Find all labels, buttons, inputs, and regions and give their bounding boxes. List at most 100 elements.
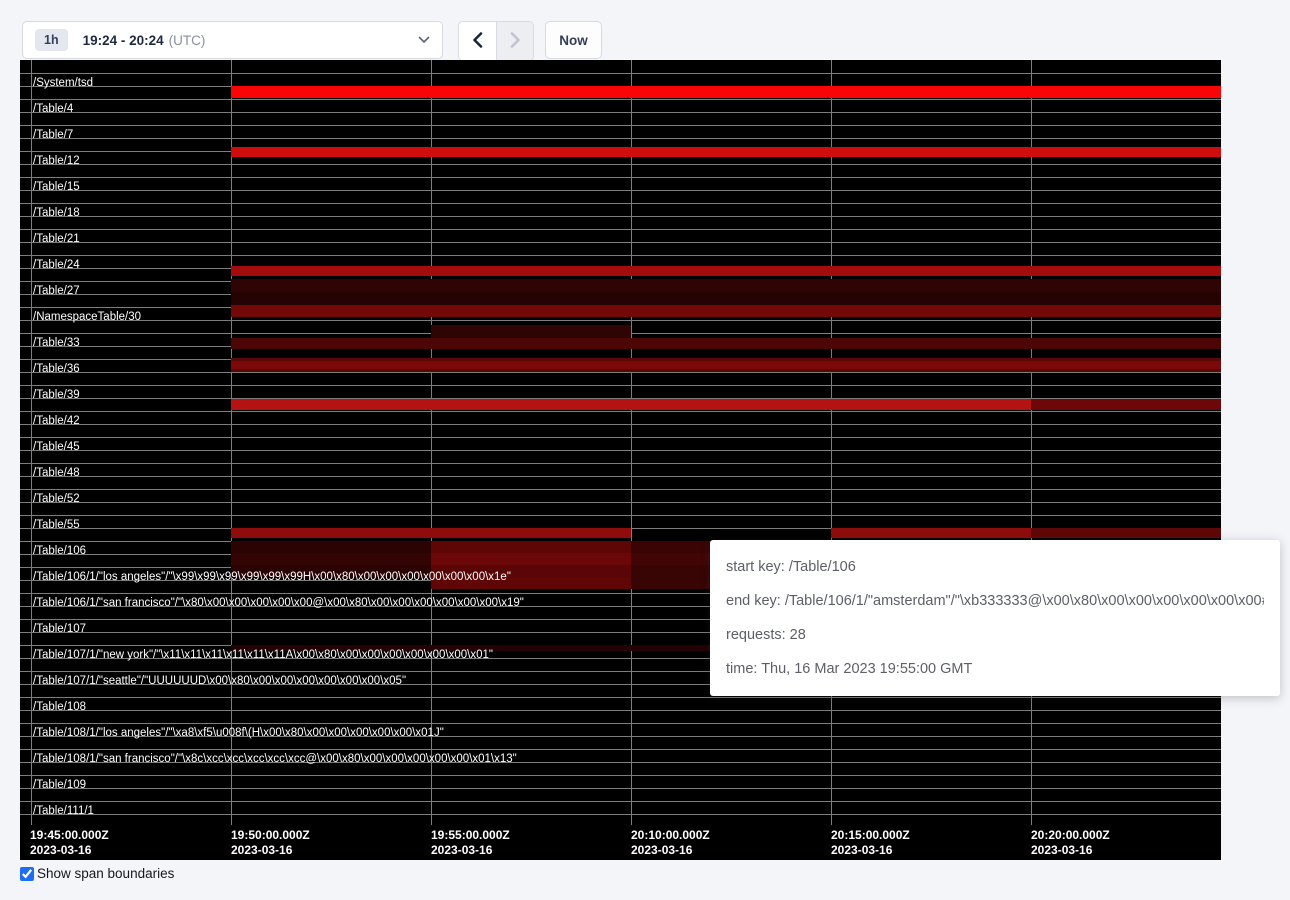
span-boundary-gridline xyxy=(20,229,1221,230)
heat-band[interactable] xyxy=(231,292,1221,305)
axis-time-label: 20:15:00.000Z2023-03-16 xyxy=(831,828,910,858)
time-preset-badge: 1h xyxy=(35,29,68,51)
tooltip-start-key: start key: /Table/106 xyxy=(726,557,1264,577)
row-key-label: /System/tsd xyxy=(33,77,93,90)
time-range-dropdown[interactable]: 1h 19:24 - 20:24 (UTC) xyxy=(22,21,443,59)
heat-band[interactable] xyxy=(1031,528,1221,538)
span-boundary-gridline xyxy=(20,112,1221,113)
row-key-label: /Table/21 xyxy=(33,233,80,246)
row-key-label: /Table/45 xyxy=(33,441,80,454)
axis-time-label: 19:45:00.000Z2023-03-16 xyxy=(30,828,109,858)
row-key-label: /Table/24 xyxy=(33,259,80,272)
row-key-label: /Table/12 xyxy=(33,155,80,168)
span-boundary-gridline xyxy=(20,788,1221,789)
chevron-down-icon xyxy=(418,36,430,44)
heat-band[interactable] xyxy=(231,541,431,553)
span-boundary-gridline xyxy=(20,515,1221,516)
axis-time-label: 19:50:00.000Z2023-03-16 xyxy=(231,828,310,858)
span-boundary-gridline xyxy=(20,502,1221,503)
span-boundary-gridline xyxy=(20,320,1221,321)
row-key-label: /Table/52 xyxy=(33,493,80,506)
heat-band[interactable] xyxy=(231,279,1221,292)
row-key-label: /Table/4 xyxy=(33,103,73,116)
heat-band[interactable] xyxy=(631,553,712,565)
time-gridline xyxy=(831,60,832,825)
span-boundary-gridline xyxy=(20,216,1221,217)
span-boundary-gridline xyxy=(20,437,1221,438)
heat-band[interactable] xyxy=(431,325,631,338)
time-gridline xyxy=(1031,60,1032,825)
heat-band[interactable] xyxy=(231,399,1031,410)
span-boundary-gridline xyxy=(20,489,1221,490)
row-key-label: /Table/33 xyxy=(33,337,80,350)
span-boundary-gridline xyxy=(20,138,1221,139)
row-key-label: /Table/109 xyxy=(33,779,86,792)
heat-band[interactable] xyxy=(231,266,1221,276)
next-time-button[interactable] xyxy=(496,22,533,60)
row-key-label: /Table/18 xyxy=(33,207,80,220)
axis-time-label: 20:10:00.000Z2023-03-16 xyxy=(631,828,710,858)
span-tooltip: start key: /Table/106 end key: /Table/10… xyxy=(710,540,1280,696)
time-nav-group xyxy=(458,21,534,61)
row-key-label: /Table/39 xyxy=(33,389,80,402)
heat-band[interactable] xyxy=(231,86,1221,98)
span-boundary-gridline xyxy=(20,242,1221,243)
span-boundary-gridline xyxy=(20,125,1221,126)
span-boundary-gridline xyxy=(20,723,1221,724)
heat-band[interactable] xyxy=(231,528,631,538)
span-boundary-gridline xyxy=(20,203,1221,204)
row-key-label: /Table/27 xyxy=(33,285,80,298)
time-gridline xyxy=(231,60,232,825)
time-gridline xyxy=(431,60,432,825)
heat-band[interactable] xyxy=(1031,399,1221,410)
axis-time-label: 20:20:00.000Z2023-03-16 xyxy=(1031,828,1110,858)
span-boundary-gridline xyxy=(20,697,1221,698)
span-boundary-gridline xyxy=(20,450,1221,451)
row-key-label: /Table/7 xyxy=(33,129,73,142)
heat-band[interactable] xyxy=(631,565,712,577)
time-gridline xyxy=(631,60,632,825)
heat-band[interactable] xyxy=(231,553,431,565)
heat-band[interactable] xyxy=(631,577,712,589)
heat-band[interactable] xyxy=(231,338,1221,349)
axis-time-label: 19:55:00.000Z2023-03-16 xyxy=(431,828,510,858)
row-key-label: /Table/108/1/"san francisco"/"\x8c\xcc\x… xyxy=(33,753,517,766)
span-boundary-gridline xyxy=(20,411,1221,412)
row-key-label: /Table/36 xyxy=(33,363,80,376)
heatmap-plot[interactable]: 19:45:00.000Z2023-03-16 19:50:00.000Z2023… xyxy=(20,60,1221,860)
span-boundary-gridline xyxy=(20,372,1221,373)
chevron-right-icon xyxy=(510,32,521,51)
heat-band[interactable] xyxy=(431,541,631,553)
row-key-label: /Table/106/1/"los angeles"/"\x99\x99\x99… xyxy=(33,571,511,584)
time-axis: 19:45:00.000Z2023-03-16 19:50:00.000Z2023… xyxy=(20,825,1221,860)
heat-band[interactable] xyxy=(831,528,1031,538)
tooltip-end-key: end key: /Table/106/1/"amsterdam"/"\xb33… xyxy=(726,591,1264,611)
now-button[interactable]: Now xyxy=(545,21,602,59)
tooltip-time: time: Thu, 16 Mar 2023 19:55:00 GMT xyxy=(726,659,1264,679)
row-key-label: /Table/42 xyxy=(33,415,80,428)
tooltip-requests: requests: 28 xyxy=(726,625,1264,645)
heat-band[interactable] xyxy=(231,305,1221,317)
row-key-label: /Table/108 xyxy=(33,701,86,714)
span-boundary-gridline xyxy=(20,710,1221,711)
show-span-boundaries-label: Show span boundaries xyxy=(37,866,174,881)
heat-band[interactable] xyxy=(431,553,631,565)
row-key-label: /Table/108/1/"los angeles"/"\xa8\xf5\u00… xyxy=(33,727,444,740)
span-boundary-gridline xyxy=(20,424,1221,425)
row-key-label: /Table/107 xyxy=(33,623,86,636)
heat-band[interactable] xyxy=(631,541,712,553)
heat-band[interactable] xyxy=(231,147,1221,157)
span-boundary-gridline xyxy=(20,814,1221,815)
row-key-label: /Table/15 xyxy=(33,181,80,194)
row-key-label: /Table/107/1/"seattle"/"UUUUUUD\x00\x80\… xyxy=(33,675,406,688)
span-boundary-gridline xyxy=(20,476,1221,477)
heat-band[interactable] xyxy=(231,361,1221,369)
previous-time-button[interactable] xyxy=(459,22,496,60)
span-boundary-gridline xyxy=(20,164,1221,165)
show-span-boundaries-checkbox[interactable] xyxy=(20,867,34,881)
time-range-text: 19:24 - 20:24 xyxy=(83,33,164,48)
row-key-label: /NamespaceTable/30 xyxy=(33,311,141,324)
timezone-text: (UTC) xyxy=(169,33,206,48)
span-boundary-gridline xyxy=(20,749,1221,750)
span-boundaries-row: Show span boundaries xyxy=(20,866,174,881)
